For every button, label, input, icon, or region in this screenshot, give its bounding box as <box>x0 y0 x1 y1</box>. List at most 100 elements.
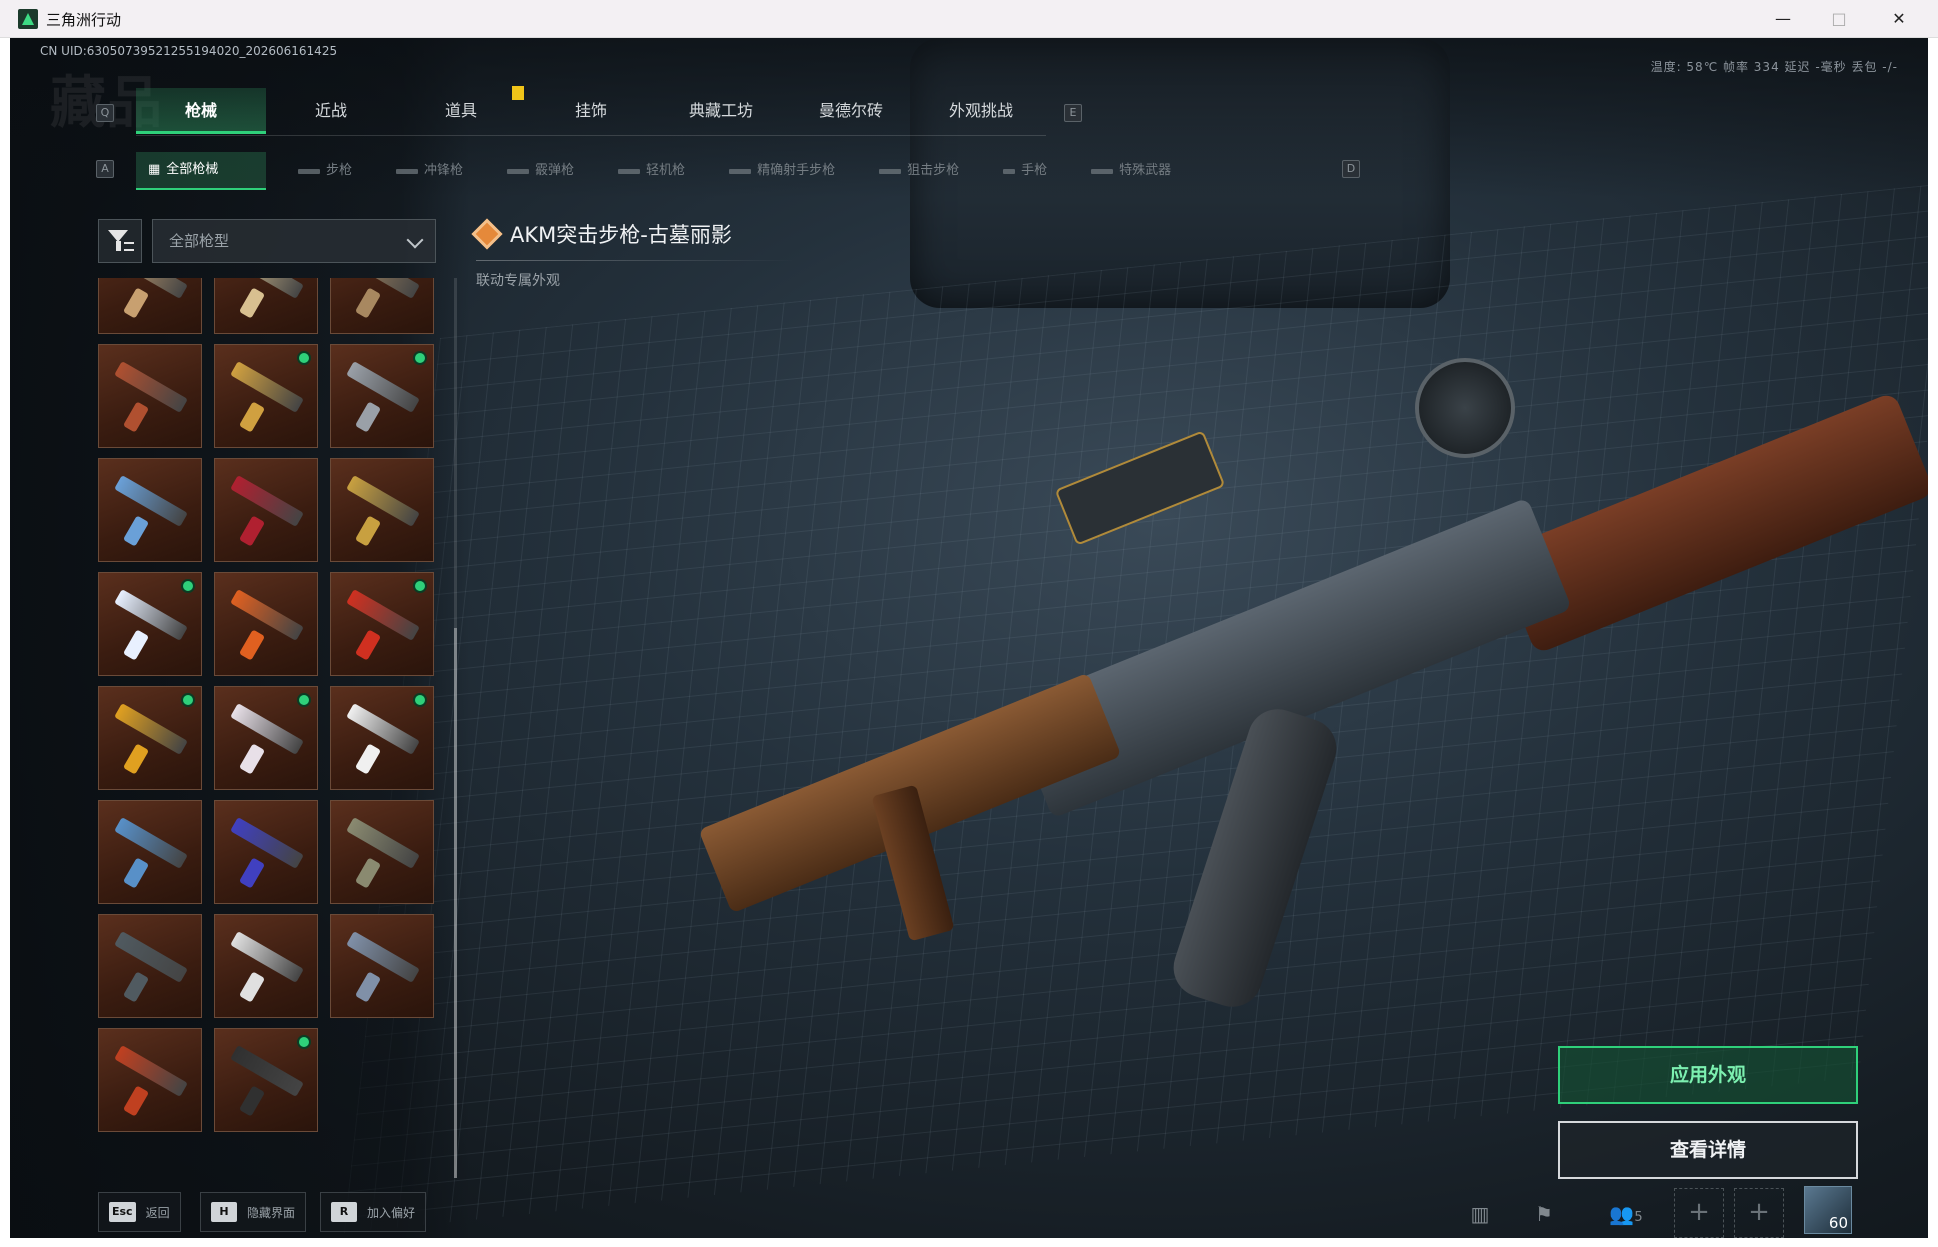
shotgun-icon <box>507 168 530 174</box>
skin-tile[interactable] <box>214 458 318 562</box>
skin-preview-grip <box>122 629 150 661</box>
skin-preview-icon <box>230 589 304 641</box>
tab-next-key[interactable]: E <box>1064 104 1082 122</box>
subtab-rifles[interactable]: 步枪 <box>286 152 364 190</box>
subtab-lmgs[interactable]: 轻机枪 <box>606 152 697 190</box>
subtab-prev-key[interactable]: A <box>96 160 114 178</box>
skin-preview-grip <box>122 515 150 547</box>
skin-tile[interactable] <box>98 686 202 790</box>
subtab-smgs[interactable]: 冲锋枪 <box>384 152 475 190</box>
subtab-next-key[interactable]: D <box>1342 160 1360 178</box>
tab-prev-key[interactable]: Q <box>96 104 114 122</box>
item-title: AKM突击步枪-古墓丽影 <box>510 223 732 247</box>
skin-tile[interactable] <box>98 914 202 1018</box>
skin-tile[interactable] <box>330 458 434 562</box>
player-avatar[interactable]: 60 <box>1804 1186 1852 1234</box>
subtab-snipers[interactable]: 狙击步枪 <box>867 152 971 190</box>
tab-mandel-brick[interactable]: 曼德尔砖 <box>786 88 916 134</box>
skin-preview-icon <box>346 361 420 413</box>
subtab-dmrs[interactable]: 精确射手步枪 <box>717 152 847 190</box>
invite-slot-2[interactable]: + <box>1734 1188 1784 1238</box>
skin-preview-grip <box>238 287 266 319</box>
skin-tile[interactable] <box>98 572 202 676</box>
skin-preview-grip <box>354 971 382 1003</box>
skin-tile[interactable] <box>330 914 434 1018</box>
stats-chart-icon[interactable]: ▥ <box>1460 1194 1500 1234</box>
new-indicator-icon <box>297 1035 311 1049</box>
tab-items[interactable]: 道具 <box>396 88 526 134</box>
maximize-button[interactable]: □ <box>1816 4 1862 34</box>
apply-skin-button[interactable]: 应用外观 <box>1558 1046 1858 1104</box>
skin-tile[interactable] <box>214 914 318 1018</box>
weapon-sight <box>1054 430 1226 546</box>
skin-tile[interactable] <box>330 686 434 790</box>
skin-preview-icon <box>114 817 188 869</box>
hint-hide-ui[interactable]: H 隐藏界面 <box>200 1192 307 1232</box>
skin-tile[interactable] <box>330 572 434 676</box>
flag-icon[interactable]: ⚑ <box>1524 1194 1564 1234</box>
skin-tile[interactable] <box>98 1028 202 1132</box>
skin-tile[interactable] <box>98 278 202 334</box>
new-indicator-icon <box>413 579 427 593</box>
invite-slot-1[interactable]: + <box>1674 1188 1724 1238</box>
scrollbar-thumb[interactable] <box>454 628 457 1178</box>
weapon-type-tabs: ▦ 全部枪械 步枪 冲锋枪 霰弹枪 轻机枪 精确射手步枪 狙击步枪 手枪 特殊武… <box>136 152 1203 192</box>
item-subtitle: 联动专属外观 <box>476 273 560 289</box>
skin-preview-grip <box>238 743 266 775</box>
weapon-preview[interactable] <box>450 368 1928 1028</box>
skin-preview-icon <box>346 703 420 755</box>
tab-firearms[interactable]: 枪械 <box>136 88 266 134</box>
skin-preview-grip <box>354 287 382 319</box>
weapon-type-dropdown[interactable]: 全部枪型 <box>152 219 436 263</box>
collab-badge-icon <box>471 218 503 250</box>
skin-tile[interactable] <box>98 800 202 904</box>
skin-tile[interactable] <box>98 458 202 562</box>
sniper-icon <box>879 168 902 174</box>
skin-preview-icon <box>346 475 420 527</box>
filter-button[interactable] <box>98 219 142 263</box>
skin-preview-icon <box>346 589 420 641</box>
skin-tile[interactable] <box>214 1028 318 1132</box>
skin-preview-grip <box>122 971 150 1003</box>
subtab-pistols[interactable]: 手枪 <box>991 152 1059 190</box>
game-viewport: 藏品 CN UID:63050739521255194020_202606161… <box>10 38 1928 1238</box>
hint-back[interactable]: Esc 返回 <box>98 1192 181 1232</box>
skin-tile[interactable] <box>98 344 202 448</box>
skin-preview-grip <box>122 401 150 433</box>
tab-melee[interactable]: 近战 <box>266 88 396 134</box>
skin-preview-icon <box>230 278 304 299</box>
hint-add-favorite[interactable]: R 加入偏好 <box>320 1192 427 1232</box>
view-details-button[interactable]: 查看详情 <box>1558 1121 1858 1179</box>
skin-tile[interactable] <box>214 686 318 790</box>
player-uid: CN UID:63050739521255194020_202606161425 <box>40 44 338 58</box>
subtab-special-weapons[interactable]: 特殊武器 <box>1079 152 1183 190</box>
tab-appearance-challenge[interactable]: 外观挑战 <box>916 88 1046 134</box>
skin-preview-grip <box>354 629 382 661</box>
close-button[interactable]: ✕ <box>1876 4 1922 34</box>
skin-preview-icon <box>230 361 304 413</box>
new-indicator-icon <box>181 579 195 593</box>
skin-tile[interactable] <box>330 800 434 904</box>
subtab-shotguns[interactable]: 霰弹枪 <box>495 152 586 190</box>
subtab-all-firearms[interactable]: ▦ 全部枪械 <box>136 152 266 190</box>
skin-preview-icon <box>114 361 188 413</box>
minimize-button[interactable]: — <box>1760 4 1806 34</box>
team-members[interactable]: 👥5 <box>1596 1194 1656 1234</box>
skin-grid-scrollbar[interactable] <box>454 278 457 1178</box>
skin-preview-grip <box>238 971 266 1003</box>
compass-prop <box>1415 358 1515 458</box>
skin-preview-icon <box>230 703 304 755</box>
weapon-stock <box>1495 391 1928 655</box>
skin-tile[interactable] <box>214 572 318 676</box>
skin-preview-icon <box>114 931 188 983</box>
tab-charms[interactable]: 挂饰 <box>526 88 656 134</box>
new-indicator-icon <box>297 351 311 365</box>
skin-tile[interactable] <box>214 344 318 448</box>
skin-tile[interactable] <box>214 800 318 904</box>
skin-preview-grip <box>122 287 150 319</box>
tab-collection-workshop[interactable]: 典藏工坊 <box>656 88 786 134</box>
skin-tile[interactable] <box>330 344 434 448</box>
skin-tile[interactable] <box>330 278 434 334</box>
skin-tile[interactable] <box>214 278 318 334</box>
window-title: 三角洲行动 <box>46 11 122 29</box>
